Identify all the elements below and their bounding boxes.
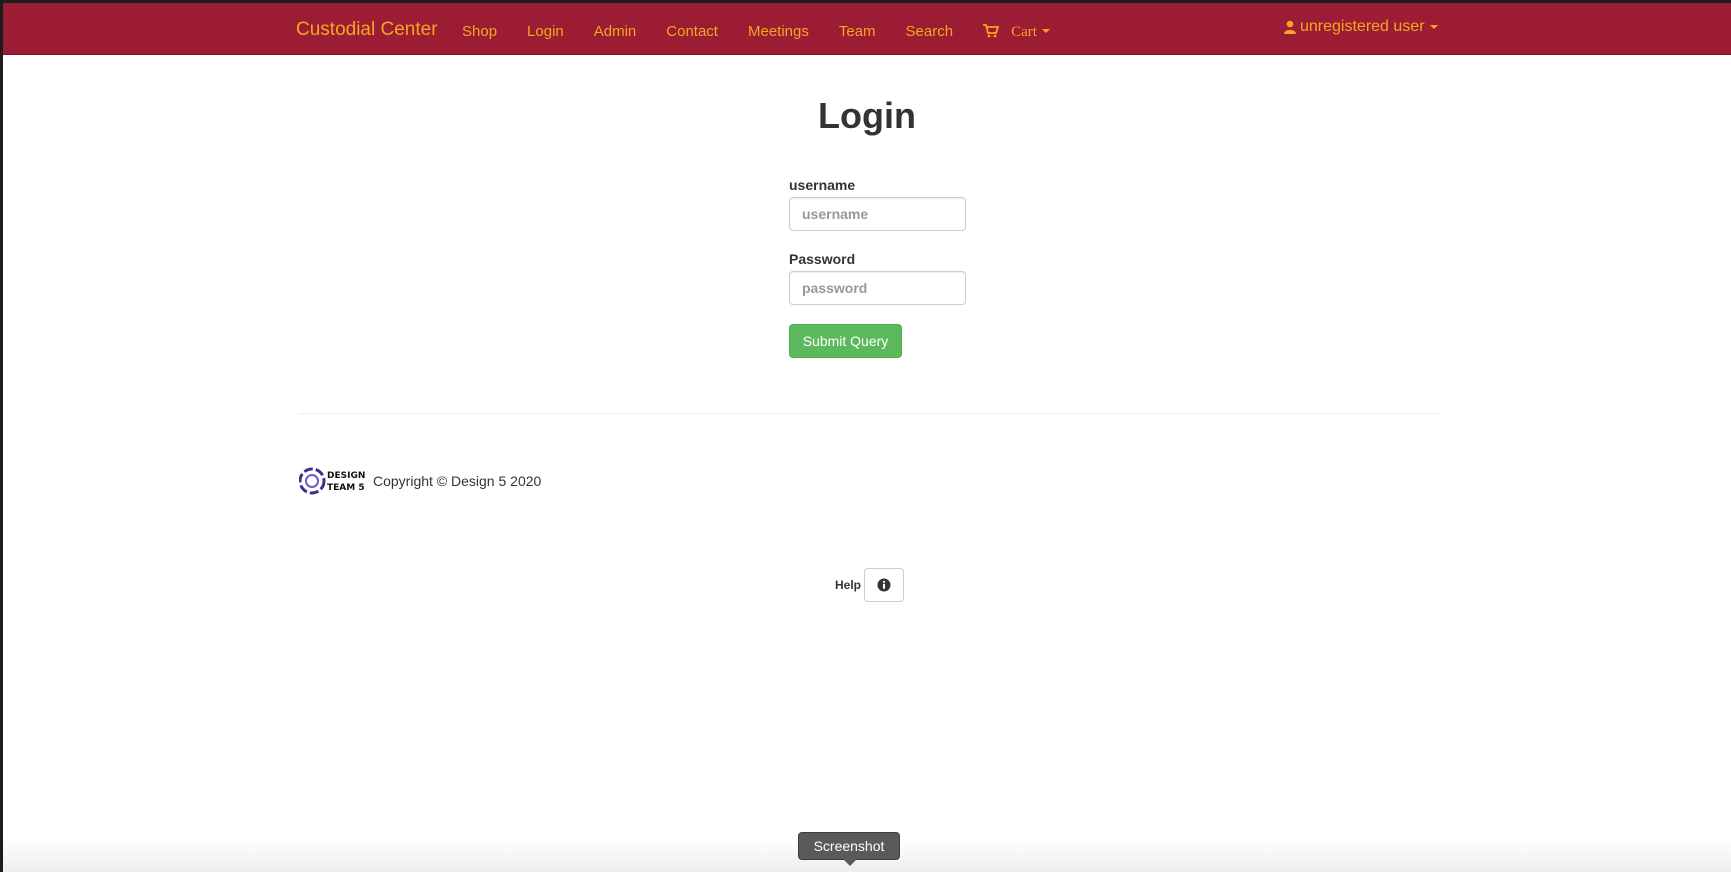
svg-text:DESIGN: DESIGN: [327, 471, 365, 481]
svg-text:TEAM 5: TEAM 5: [327, 483, 365, 493]
nav-link-shop[interactable]: Shop: [462, 23, 497, 40]
nav-links: Shop Login Admin Contact Meetings Team S…: [462, 21, 1050, 41]
page-title: Login: [818, 95, 916, 136]
cart-label: Cart: [1011, 24, 1037, 40]
nav-link-search[interactable]: Search: [906, 23, 954, 40]
brand-link[interactable]: Custodial Center: [296, 19, 438, 41]
nav-link-admin[interactable]: Admin: [594, 23, 637, 40]
footer: DESIGN TEAM 5 Copyright © Design 5 2020: [299, 465, 541, 497]
cart-dropdown[interactable]: Cart: [983, 21, 1050, 41]
divider: [299, 413, 1439, 414]
tooltip-arrow: [843, 859, 857, 866]
browser-viewport: Custodial Center Shop Login Admin Contac…: [0, 0, 1731, 872]
nav-link-meetings[interactable]: Meetings: [748, 23, 809, 40]
nav-link-contact[interactable]: Contact: [666, 23, 718, 40]
design-team-5-logo: DESIGN TEAM 5: [299, 467, 365, 495]
help-label: Help: [835, 578, 862, 592]
screenshot-tooltip: Screenshot: [798, 832, 900, 860]
shopping-cart-icon: [983, 24, 1000, 38]
submit-query-button[interactable]: Submit Query: [789, 324, 902, 358]
help-section: Help: [835, 568, 905, 602]
user-menu-label: unregistered user: [1300, 18, 1425, 35]
info-circle-icon: [877, 578, 891, 592]
username-label: username: [789, 177, 856, 193]
chevron-down-icon: [1041, 29, 1050, 33]
user-icon: [1284, 20, 1296, 34]
nav-link-team[interactable]: Team: [839, 23, 876, 40]
password-input[interactable]: [789, 271, 966, 305]
nav-link-login[interactable]: Login: [527, 23, 564, 40]
username-input[interactable]: [789, 197, 966, 231]
user-menu-dropdown[interactable]: unregistered user: [1284, 18, 1438, 36]
chevron-down-icon: [1429, 25, 1438, 29]
top-navbar: Custodial Center Shop Login Admin Contac…: [3, 3, 1731, 55]
password-label: Password: [789, 251, 856, 267]
copyright-text: Copyright © Design 5 2020: [373, 473, 542, 489]
help-button[interactable]: [864, 568, 905, 602]
